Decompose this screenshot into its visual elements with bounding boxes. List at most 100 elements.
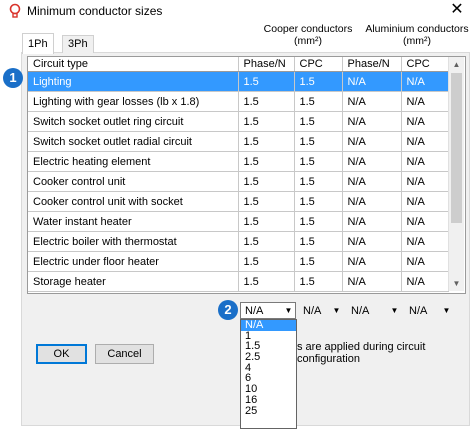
- copper-cpc-cell[interactable]: 1.5: [294, 151, 343, 172]
- copper-phase-cell[interactable]: 1.5: [238, 231, 295, 252]
- circuit-type-cell[interactable]: Switch socket outlet radial circuit: [28, 131, 239, 152]
- copper-header: Cooper conductors (mm²): [263, 23, 353, 47]
- table-row[interactable]: Cooker control unit with socket 1.5 1.5 N/A…: [28, 191, 449, 212]
- column-header-copper-phase[interactable]: Phase/N: [238, 57, 295, 72]
- scroll-down-icon[interactable]: ▼: [449, 276, 464, 291]
- aluminium-phase-cell[interactable]: N/A: [342, 111, 402, 132]
- scroll-up-icon[interactable]: ▲: [449, 57, 464, 72]
- aluminium-cpc-cell[interactable]: N/A: [401, 131, 449, 152]
- circuit-type-cell[interactable]: Cooker control unit with socket: [28, 191, 239, 212]
- aluminium-phase-cell[interactable]: N/A: [342, 71, 402, 92]
- circuit-type-cell[interactable]: Lighting: [28, 71, 239, 92]
- table-row[interactable]: Switch socket outlet ring circuit 1.5 1.5 N…: [28, 111, 449, 132]
- chevron-down-icon[interactable]: ▼: [282, 303, 295, 318]
- copper-phase-cell[interactable]: 1.5: [238, 131, 295, 152]
- table-row[interactable]: Electric boiler with thermostat 1.5 1.5 N/A…: [28, 231, 449, 252]
- circuit-type-cell[interactable]: Cooker control unit: [28, 171, 239, 192]
- copper-cpc-cell[interactable]: 1.5: [294, 211, 343, 232]
- aluminium-phase-cell[interactable]: N/A: [342, 91, 402, 112]
- copper-cpc-cell[interactable]: 1.5: [294, 171, 343, 192]
- circuit-type-cell[interactable]: Switch socket outlet ring circuit: [28, 111, 239, 132]
- aluminium-phase-cell[interactable]: N/A: [342, 271, 402, 292]
- table-row[interactable]: Storage heater 1.5 1.5 N/A N/A: [28, 271, 449, 292]
- aluminium-phase-cell[interactable]: N/A: [342, 151, 402, 172]
- copper-cpc-cell[interactable]: 1.5: [294, 231, 343, 252]
- copper-phase-cell[interactable]: 1.5: [238, 111, 295, 132]
- copper-cpc-cell[interactable]: 1.5: [294, 271, 343, 292]
- copper-cpc-cell[interactable]: 1.5: [294, 191, 343, 212]
- copper-phase-cell[interactable]: 1.5: [238, 271, 295, 292]
- ok-button[interactable]: OK: [36, 344, 87, 364]
- scroll-thumb[interactable]: [451, 73, 462, 223]
- copper-phase-cell[interactable]: 1.5: [238, 211, 295, 232]
- table-row[interactable]: Electric heating element 1.5 1.5 N/A N/A: [28, 151, 449, 172]
- aluminium-phase-cell[interactable]: N/A: [342, 131, 402, 152]
- column-header-aluminium-phase[interactable]: Phase/N: [342, 57, 402, 72]
- aluminium-phase-cell[interactable]: N/A: [342, 251, 402, 272]
- circuit-type-cell[interactable]: Electric under floor heater: [28, 251, 239, 272]
- aluminium-cpc-cell[interactable]: N/A: [401, 91, 449, 112]
- dropdown-option[interactable]: 25: [241, 405, 296, 417]
- title-bar: Minimum conductor sizes ✕: [0, 0, 474, 22]
- close-icon[interactable]: ✕: [448, 1, 466, 19]
- aluminium-cpc-combo[interactable]: N/A ▼: [404, 302, 454, 319]
- circuit-type-cell[interactable]: Electric boiler with thermostat: [28, 231, 239, 252]
- aluminium-cpc-cell[interactable]: N/A: [401, 111, 449, 132]
- chevron-down-icon[interactable]: ▼: [388, 303, 401, 318]
- copper-phase-cell[interactable]: 1.5: [238, 251, 295, 272]
- circuit-type-cell[interactable]: Water instant heater: [28, 211, 239, 232]
- copper-phase-cell[interactable]: 1.5: [238, 191, 295, 212]
- copper-phase-cell[interactable]: 1.5: [238, 91, 295, 112]
- copper-cpc-cell[interactable]: 1.5: [294, 251, 343, 272]
- copper-phase-combo-value: N/A: [245, 305, 264, 317]
- column-header-aluminium-cpc[interactable]: CPC: [401, 57, 449, 72]
- table-row[interactable]: Lighting with gear losses (lb x 1.8) 1.5 1…: [28, 91, 449, 112]
- vertical-scrollbar[interactable]: ▲ ▼: [448, 57, 464, 291]
- copper-phase-cell[interactable]: 1.5: [238, 171, 295, 192]
- aluminium-header: Aluminium conductors (mm²): [365, 23, 469, 47]
- table-row[interactable]: Lighting 1.5 1.5 N/A N/A: [28, 71, 449, 92]
- copper-cpc-cell[interactable]: 1.5: [294, 111, 343, 132]
- aluminium-cpc-cell[interactable]: N/A: [401, 231, 449, 252]
- copper-cpc-combo[interactable]: N/A ▼: [298, 302, 344, 319]
- copper-phase-cell[interactable]: 1.5: [238, 151, 295, 172]
- cancel-button[interactable]: Cancel: [95, 344, 154, 364]
- column-header-copper-cpc[interactable]: CPC: [294, 57, 343, 72]
- aluminium-phase-cell[interactable]: N/A: [342, 231, 402, 252]
- aluminium-cpc-cell[interactable]: N/A: [401, 271, 449, 292]
- table-row[interactable]: Electric under floor heater 1.5 1.5 N/A N/A: [28, 251, 449, 272]
- copper-cpc-cell[interactable]: 1.5: [294, 131, 343, 152]
- table-row[interactable]: Switch socket outlet radial circuit 1.5 1.…: [28, 131, 449, 152]
- bulb-icon: [9, 3, 21, 18]
- callout-badge-1: 1: [3, 68, 23, 88]
- aluminium-cpc-cell[interactable]: N/A: [401, 251, 449, 272]
- copper-cpc-cell[interactable]: 1.5: [294, 91, 343, 112]
- aluminium-cpc-cell[interactable]: N/A: [401, 211, 449, 232]
- circuit-type-cell[interactable]: Lighting with gear losses (lb x 1.8): [28, 91, 239, 112]
- aluminium-cpc-cell[interactable]: N/A: [401, 191, 449, 212]
- tab-1ph[interactable]: 1Ph: [22, 33, 54, 54]
- column-header-circuit-type[interactable]: Circuit type: [28, 57, 239, 72]
- aluminium-phase-cell[interactable]: N/A: [342, 191, 402, 212]
- circuit-type-cell[interactable]: Storage heater: [28, 271, 239, 292]
- size-dropdown-list[interactable]: N/A 1 1.5 2.5 4 6 10 16 25: [240, 319, 297, 429]
- window-title: Minimum conductor sizes: [27, 4, 163, 18]
- callout-badge-2: 2: [218, 300, 238, 320]
- aluminium-cpc-cell[interactable]: N/A: [401, 171, 449, 192]
- table-row[interactable]: Water instant heater 1.5 1.5 N/A N/A: [28, 211, 449, 232]
- copper-phase-cell[interactable]: 1.5: [238, 71, 295, 92]
- chevron-down-icon[interactable]: ▼: [330, 303, 343, 318]
- aluminium-phase-combo-value: N/A: [351, 305, 370, 317]
- aluminium-cpc-cell[interactable]: N/A: [401, 151, 449, 172]
- dropdown-option[interactable]: 16: [241, 394, 296, 406]
- aluminium-phase-combo[interactable]: N/A ▼: [346, 302, 402, 319]
- copper-cpc-cell[interactable]: 1.5: [294, 71, 343, 92]
- chevron-down-icon[interactable]: ▼: [440, 303, 453, 318]
- tab-3ph[interactable]: 3Ph: [62, 35, 94, 53]
- aluminium-phase-cell[interactable]: N/A: [342, 211, 402, 232]
- copper-phase-combo[interactable]: N/A ▼: [240, 302, 296, 319]
- circuit-type-cell[interactable]: Electric heating element: [28, 151, 239, 172]
- aluminium-cpc-cell[interactable]: N/A: [401, 71, 449, 92]
- aluminium-phase-cell[interactable]: N/A: [342, 171, 402, 192]
- table-row[interactable]: Cooker control unit 1.5 1.5 N/A N/A: [28, 171, 449, 192]
